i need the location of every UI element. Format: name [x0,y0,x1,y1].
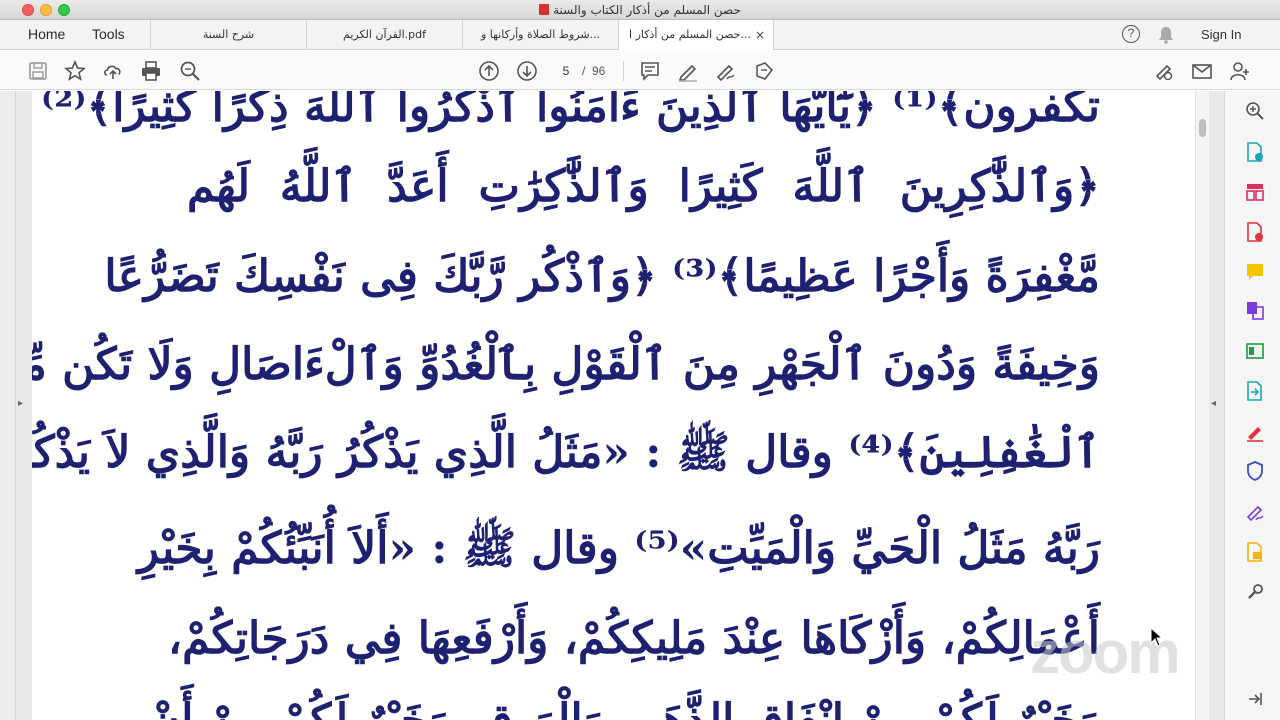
create-pdf-icon[interactable] [1245,222,1265,242]
add-user-icon[interactable] [1229,60,1251,82]
combine-files-icon[interactable] [1245,300,1265,320]
window-title: حصن المسلم من أذكار الكتاب والسنة [0,3,1280,17]
certificate-icon[interactable] [1245,542,1265,562]
help-icon[interactable]: ? [1122,25,1140,43]
text-line-1: تكفرون﴾⁽¹⁾ ﴿يَٰٓأَيُّهَا ٱلَّذِينَ ءَامَ… [41,91,1100,132]
vertical-scrollbar[interactable] [1195,91,1209,720]
text-line-3: مَّغْفِرَةً وَأَجْرًا عَظِيمًا﴾⁽³⁾ ﴿وَٱذ… [104,251,1100,302]
left-panel-collapsed[interactable] [0,91,16,720]
more-tools-icon[interactable] [1245,582,1265,602]
zoom-search-icon[interactable] [179,60,201,82]
collapse-right-panel-icon[interactable]: ◂ [1211,398,1216,409]
total-pages: 96 [592,64,606,78]
right-tools-panel [1224,91,1280,720]
share-link-icon[interactable] [1153,60,1175,82]
stamp-icon[interactable] [753,60,775,82]
comment-icon[interactable] [639,60,661,82]
expand-left-panel-icon[interactable]: ▸ [18,398,23,409]
notification-bell-icon[interactable] [1158,26,1174,44]
highlight-pen-icon[interactable] [677,60,699,82]
main-toolbar: 5 / 96 [0,51,1280,90]
toolbar-divider [623,61,624,81]
text-line-7: أَعْمَالِكُمْ، وَأَزْكَاهَا عِنْدَ مَلِي… [167,613,1100,664]
export-icon[interactable] [1245,381,1265,401]
current-page-input[interactable]: 5 [553,60,579,82]
save-icon[interactable] [27,60,49,82]
fill-sign-icon[interactable] [1245,422,1265,442]
pdf-file-icon [539,4,550,15]
text-line-4: وَخِيفَةً وَدُونَ ٱلْجَهْرِ مِنَ ٱلْقَوْ… [32,339,1100,390]
text-line-5: ٱلْغَٰفِلِينَ﴾⁽⁴⁾ وقال ﷺ : «مَثَلُ الَّذ… [32,427,1100,478]
mouse-cursor-icon [1150,627,1164,647]
upload-icon[interactable] [102,60,124,82]
organize-pages-icon[interactable] [1245,182,1265,202]
text-line-8: وَخَيْرٌ لَكُمْ مِنْ إِنْفَاقِ الذَّهَبِ… [149,691,1100,720]
text-line-2: ﴿وَٱلذَّٰكِرِينَ ٱللَّهَ كَثِيرًا وَٱلذَ… [187,161,1100,212]
protect-icon[interactable] [1245,461,1265,481]
comment-tool-icon[interactable] [1245,262,1265,282]
tab-hisn-muslim[interactable]: حصن المسلم من أذكار ا... × [618,20,774,50]
print-icon[interactable] [140,60,162,82]
zoom-in-icon[interactable] [1245,101,1265,121]
collapse-panel-icon[interactable] [1245,689,1265,709]
tab-close-button[interactable]: × [755,20,765,50]
window-title-text: حصن المسلم من أذكار الكتاب والسنة [553,3,741,17]
tab-label: حصن المسلم من أذكار ا... [629,28,751,41]
export-pdf-icon[interactable] [1245,142,1265,162]
email-icon[interactable] [1191,60,1213,82]
scrollbar-thumb[interactable] [1199,119,1206,137]
tab-shurut-salah[interactable]: شروط الصلاة وأركانها و... [462,20,618,50]
text-line-6: رَبَّهُ مَثَلُ الْحَيِّ وَالْمَيِّتِ»⁽⁵⁾… [137,523,1100,574]
sign-icon[interactable] [715,60,737,82]
tab-label: شروط الصلاة وأركانها و... [480,28,601,41]
tab-sharh-sunnah[interactable]: شرح السنة [150,20,306,50]
next-page-icon[interactable] [516,60,538,82]
edit-pdf-icon[interactable] [1245,341,1265,361]
bookmark-star-icon[interactable] [64,60,86,82]
tab-label: شرح السنة [202,28,255,41]
home-link[interactable]: Home [28,26,65,42]
pdf-page: تكفرون﴾⁽¹⁾ ﴿يَٰٓأَيُّهَا ٱلَّذِينَ ءَامَ… [32,91,1195,720]
sign-in-link[interactable]: Sign In [1201,27,1241,42]
tools-link[interactable]: Tools [92,26,125,42]
tab-quran[interactable]: القرآن الكريم.pdf [306,20,462,50]
tab-bar: Home Tools شرح السنة القرآن الكريم.pdf ش… [0,20,1280,50]
page-separator: / [582,64,586,78]
prev-page-icon[interactable] [478,60,500,82]
tab-label: القرآن الكريم.pdf [343,28,426,41]
send-sign-icon[interactable] [1245,502,1265,522]
window-titlebar: حصن المسلم من أذكار الكتاب والسنة [0,0,1280,20]
